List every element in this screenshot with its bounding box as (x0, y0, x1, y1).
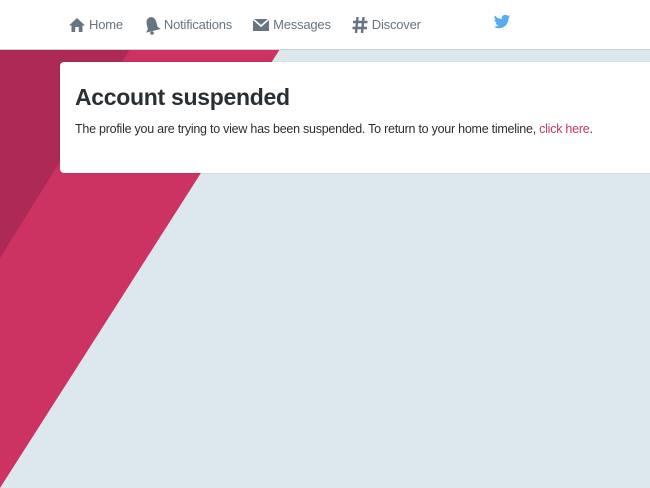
nav-label-notifications: Notifications (163, 17, 233, 32)
envelope-icon (252, 15, 270, 35)
global-nav: Home Notifications Messages Discover (68, 0, 441, 49)
nav-label-discover: Discover (371, 17, 421, 32)
top-navigation-bar: Home Notifications Messages Discover (0, 0, 650, 50)
nav-label-home: Home (89, 17, 123, 32)
hashtag-icon (351, 15, 369, 35)
nav-item-notifications[interactable]: Notifications (143, 15, 232, 35)
bell-icon (143, 15, 161, 35)
suspended-message-text: The profile you are trying to view has b… (75, 122, 540, 136)
suspended-message: The profile you are trying to view has b… (75, 122, 593, 136)
message-period: . (589, 122, 593, 136)
home-timeline-link[interactable]: click here (539, 122, 590, 136)
home-icon (68, 15, 86, 35)
twitter-bird-icon[interactable] (493, 13, 511, 31)
suspended-notice-card: Account suspended The profile you are tr… (60, 62, 650, 173)
nav-item-home[interactable]: Home (68, 15, 123, 35)
nav-item-messages[interactable]: Messages (252, 15, 331, 35)
nav-item-discover[interactable]: Discover (351, 15, 421, 35)
nav-label-messages: Messages (273, 17, 331, 32)
page-title: Account suspended (75, 84, 290, 110)
